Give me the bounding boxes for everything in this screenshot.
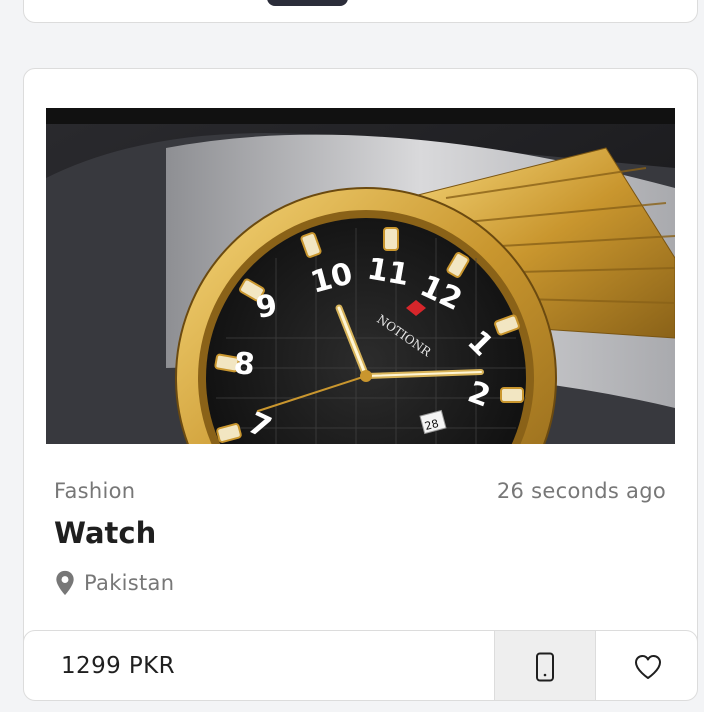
listing-category: Fashion: [54, 479, 136, 503]
watch-image: 10 11 12 1 2 9 8 7 NOTIONR 28: [46, 108, 675, 444]
listing-price: 1299 PKR: [61, 653, 175, 679]
heart-icon: [634, 654, 661, 679]
listing-card[interactable]: 10 11 12 1 2 9 8 7 NOTIONR 28 Fashion 26…: [23, 68, 698, 701]
svg-text:8: 8: [232, 346, 256, 383]
phone-icon: [536, 652, 554, 681]
svg-text:11: 11: [365, 251, 412, 293]
call-button[interactable]: [494, 631, 596, 700]
listing-posted-time: 26 seconds ago: [496, 479, 666, 503]
map-pin-icon: [56, 570, 74, 596]
listing-location: Pakistan: [54, 569, 174, 597]
listing-image[interactable]: 10 11 12 1 2 9 8 7 NOTIONR 28: [46, 108, 675, 444]
listing-title[interactable]: Watch: [54, 516, 156, 550]
listing-footer: 1299 PKR: [24, 630, 697, 700]
previous-card-button[interactable]: [267, 0, 348, 6]
listing-location-text: Pakistan: [84, 571, 175, 595]
favorite-button[interactable]: [596, 631, 697, 700]
previous-listing-card[interactable]: [23, 0, 698, 23]
